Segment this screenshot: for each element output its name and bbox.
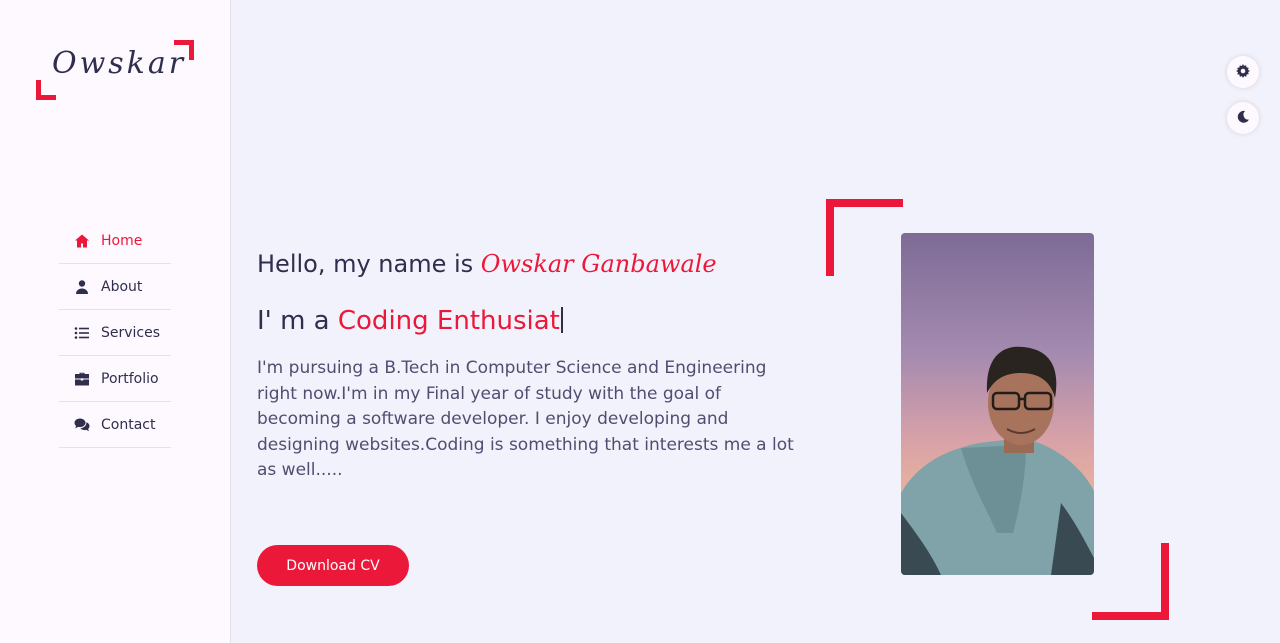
photo-frame-corner-bottom-right [1092,543,1169,620]
briefcase-icon [73,371,91,387]
role-prefix: I' m a [257,306,338,336]
hero-greeting: Hello, my name is Owskar Ganbawale [257,250,717,278]
list-icon [73,325,91,341]
main-nav: Home About Services Portfolio Contact [59,218,171,448]
logo-bracket-left [36,80,56,100]
photo-frame-corner-top-left [826,199,903,276]
nav-item-label: About [101,278,143,295]
hero-role-line: I' m a Coding Enthusiat [257,306,563,336]
nav-item-label: Home [101,232,143,249]
profile-photo-illustration [901,346,1094,575]
nav-item-label: Services [101,324,161,341]
style-switcher-button[interactable] [1227,56,1259,88]
moon-icon [1236,109,1250,128]
home-icon [73,233,91,249]
profile-photo [901,233,1094,575]
nav-item-services[interactable]: Services [59,310,171,356]
greeting-text: Hello, my name is [257,250,481,278]
download-cv-button[interactable]: Download CV [257,545,409,586]
gear-icon [1236,63,1250,82]
nav-item-about[interactable]: About [59,264,171,310]
nav-item-home[interactable]: Home [59,218,171,264]
logo[interactable]: Owskar [36,40,194,100]
day-night-toggle[interactable] [1227,102,1259,134]
hero-role: Coding Enthusiat [337,306,560,336]
comments-icon [73,417,91,433]
sidebar: Owskar Home About Services Portfolio Con… [0,0,231,643]
nav-item-label: Contact [101,416,156,433]
nav-item-contact[interactable]: Contact [59,402,171,448]
nav-item-portfolio[interactable]: Portfolio [59,356,171,402]
nav-item-label: Portfolio [101,370,159,387]
user-icon [73,279,91,295]
hero-bio: I'm pursuing a B.Tech in Computer Scienc… [257,358,794,481]
hero-name: Owskar Ganbawale [480,250,717,278]
logo-text: Owskar [52,46,187,81]
typing-cursor [560,307,563,333]
